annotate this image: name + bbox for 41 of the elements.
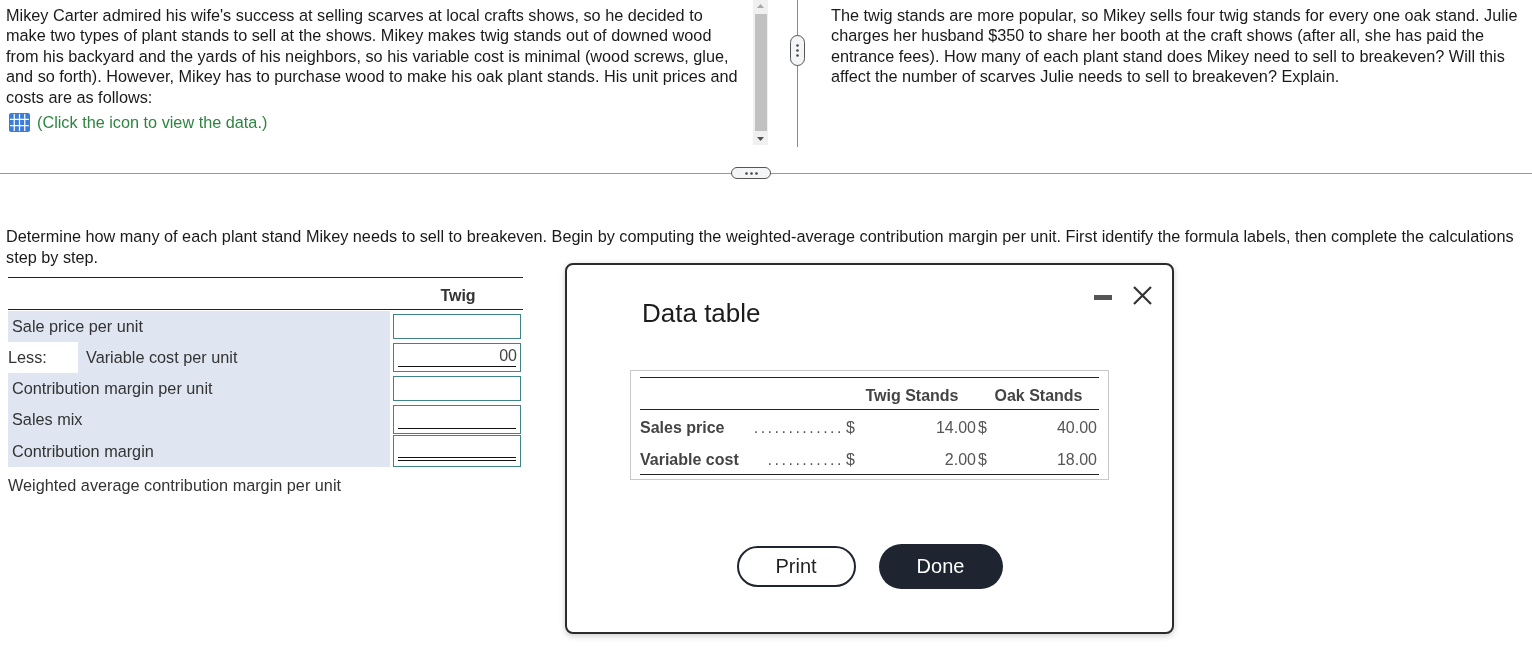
scrollbar-thumb[interactable] <box>754 14 767 131</box>
table-cell-text: 40.00 <box>1055 418 1098 438</box>
grip-dots-icon <box>796 44 799 57</box>
resize-handle[interactable] <box>731 167 771 179</box>
currency-symbol: $ <box>846 450 856 470</box>
grip-dots-icon <box>744 171 758 175</box>
row-label: Sales price <box>640 418 725 438</box>
dot-leader: ........... <box>767 450 844 470</box>
answer-field[interactable] <box>393 376 521 401</box>
dot-leader: ............. <box>753 418 844 438</box>
column-header: Twig <box>439 286 477 306</box>
row-label: Sales mix <box>8 404 390 435</box>
table-cell-text: 18.00 <box>1055 450 1098 470</box>
instruction-text: Determine how many of each plant stand Mikey needs to sell to breakeven. Begin by computing the weighted-average contribution margin per unit. First identify the formula labels, then complete the calculations step by step. <box>6 226 1515 267</box>
row-label: Contribution margin <box>8 435 390 467</box>
row-label: Contribution margin per unit <box>8 373 390 404</box>
dialog-title: Data table <box>642 298 761 328</box>
answer-field[interactable] <box>393 314 521 339</box>
caret-down-icon[interactable] <box>757 137 764 141</box>
view-data-link[interactable]: (Click the icon to view the data.) <box>37 112 268 133</box>
answer-field[interactable] <box>393 435 521 467</box>
problem-text: Mikey Carter admired his wife's success at selling scarves at local crafts shows, so he decided to make two types of plant stands to sell at the shows. Mikey makes twig stands out of downed wood from his backyard and the yards of his neighbors, so his variable cost is minimal (wood screws, glue, and so forth). However, Mikey has to purchase wood to make his oak plant stands. His unit prices and costs are as follows: <box>6 5 739 108</box>
table-grid-icon[interactable] <box>9 112 30 132</box>
row-label: Variable cost <box>640 450 739 470</box>
table-cell-text: 2.00 <box>943 450 977 470</box>
close-icon[interactable] <box>1133 286 1152 305</box>
row-label: Sale price per unit <box>8 311 390 342</box>
requirement-text: The twig stands are more popular, so Mikey sells four twig stands for every one oak stand. Julie charges her husband $350 to share her booth at the craft shows (after all, she has paid the entrance fees). How many of each plant stand does Mikey need to sell to breakeven? Will this affect the number of scarves Julie needs to sell to breakeven? Explain. <box>831 5 1519 87</box>
column-header: Oak Stands <box>993 386 1084 406</box>
answer-field[interactable] <box>393 405 521 434</box>
done-button[interactable]: Done <box>878 544 1003 589</box>
table-cell-text: 14.00 <box>934 418 977 438</box>
row-label: Weighted average contribution margin per unit <box>8 476 342 494</box>
column-header: Twig Stands <box>864 386 960 406</box>
currency-symbol: $ <box>978 418 988 438</box>
answer-field[interactable]: 00 <box>393 343 521 372</box>
currency-symbol: $ <box>978 450 988 470</box>
row-label: Variable cost per unit <box>78 342 390 373</box>
resize-handle[interactable] <box>790 35 805 66</box>
print-button[interactable]: Print <box>736 546 856 587</box>
currency-symbol: $ <box>846 418 856 438</box>
